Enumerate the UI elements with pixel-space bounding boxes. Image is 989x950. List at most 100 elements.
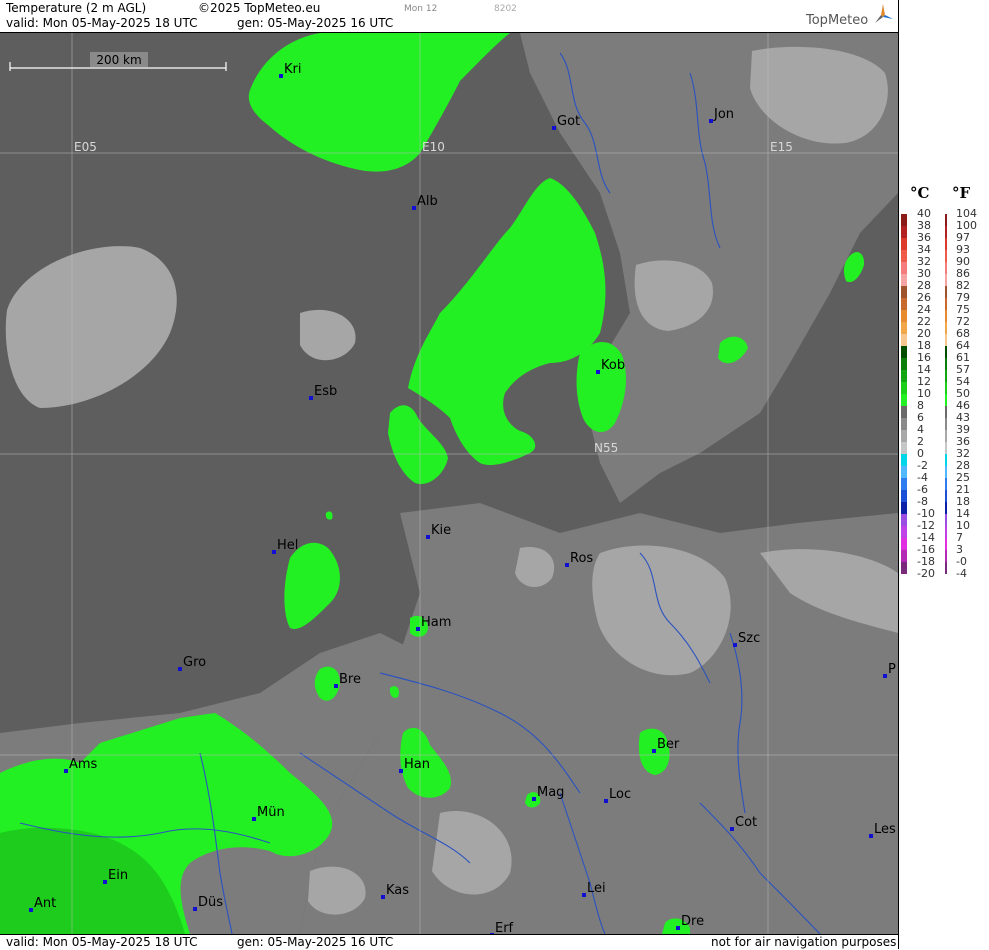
city-gro: Gro (178, 655, 206, 671)
legend-swatch-fahrenheit (945, 538, 947, 550)
product-title: Temperature (2 m AGL) (6, 1, 147, 15)
legend-swatch-celsius (901, 550, 907, 562)
city-mag: Mag (532, 785, 564, 801)
legend-swatch-fahrenheit (945, 358, 947, 370)
legend-swatch-celsius (901, 346, 907, 358)
city-label: Dre (681, 914, 704, 929)
city-marker-icon (552, 126, 556, 130)
legend-swatch-fahrenheit (945, 274, 947, 286)
generated-time: gen: 05-May-2025 16 UTC (237, 16, 394, 30)
city-kas: Kas (381, 883, 409, 899)
legend-swatch-celsius (901, 310, 907, 322)
legend-swatch-fahrenheit (945, 214, 947, 226)
city-label: Gro (183, 655, 206, 670)
city-marker-icon (733, 643, 737, 647)
city-label: Cot (735, 815, 757, 830)
legend-swatch-fahrenheit (945, 514, 947, 526)
city-esb: Esb (309, 384, 337, 400)
legend-swatch-fahrenheit (945, 466, 947, 478)
city-marker-icon (582, 893, 586, 897)
city-label: Kie (431, 523, 451, 538)
legend-swatch-fahrenheit (945, 490, 947, 502)
legend-swatch-fahrenheit (945, 370, 947, 382)
legend-swatch-fahrenheit (945, 334, 947, 346)
legend-swatch-fahrenheit (945, 382, 947, 394)
legend-unit-fahrenheit: °F (952, 184, 971, 202)
grid-label-e15: E15 (770, 140, 793, 154)
legend-swatch-celsius (901, 466, 907, 478)
legend-swatch-celsius (901, 262, 907, 274)
footer-generated-time: gen: 05-May-2025 16 UTC (237, 935, 394, 949)
city-label: Loc (609, 787, 631, 802)
city-bre: Bre (334, 672, 361, 688)
legend-swatch-fahrenheit (945, 226, 947, 238)
city-ber: Ber (652, 737, 680, 753)
legend-swatch-celsius (901, 502, 907, 514)
city-marker-icon (399, 769, 403, 773)
city-marker-icon (279, 74, 283, 78)
city-got: Got (552, 114, 580, 130)
legend-swatch-fahrenheit (945, 406, 947, 418)
city-kob: Kob (596, 358, 625, 374)
legend-swatch-celsius (901, 322, 907, 334)
city-label: Kas (386, 883, 409, 898)
city-marker-icon (412, 206, 416, 210)
brand-name: TopMeteo (806, 13, 869, 28)
city-marker-icon (730, 827, 734, 831)
city-marker-icon (596, 370, 600, 374)
legend-swatch-fahrenheit (945, 442, 947, 454)
legend-swatch-celsius (901, 406, 907, 418)
valid-time: valid: Mon 05-May-2025 18 UTC (6, 16, 198, 30)
legend-swatch-celsius (901, 226, 907, 238)
city-han: Han (399, 757, 430, 773)
scale-bar-label: 200 km (96, 53, 141, 67)
legend-unit-celsius: °C (910, 184, 930, 202)
city-marker-icon (193, 907, 197, 911)
city-ham: Ham (416, 615, 451, 631)
city-label: P (888, 662, 896, 677)
city-marker-icon (252, 817, 256, 821)
legend-swatch-celsius (901, 214, 907, 226)
legend-swatch-celsius (901, 454, 907, 466)
compass-logo-icon (875, 4, 893, 23)
city-marker-icon (883, 674, 887, 678)
copyright-text: ©2025 TopMeteo.eu (198, 1, 321, 15)
legend-swatch-celsius (901, 538, 907, 550)
legend-swatch-celsius (901, 250, 907, 262)
temperature-legend: °C °F 40 38 36 34 32 30 28 26 24 22 20 18 16 14 12 10 8 6… (898, 0, 989, 949)
legend-swatch-fahrenheit (945, 526, 947, 538)
legend-swatch-fahrenheit (945, 418, 947, 430)
city-label: Lei (587, 881, 606, 896)
city-marker-icon (676, 926, 680, 930)
legend-swatch-celsius (901, 514, 907, 526)
city-ant: Ant (29, 896, 56, 912)
city-label: Ams (69, 757, 98, 772)
legend-swatch-celsius (901, 526, 907, 538)
city-marker-icon (416, 627, 420, 631)
city-marker-icon (178, 667, 182, 671)
city-mün: Mün (252, 805, 285, 821)
legend-swatch-celsius (901, 478, 907, 490)
disclaimer-text: not for air navigation purposes (711, 935, 897, 949)
legend-swatch-fahrenheit (945, 394, 947, 406)
legend-swatch-celsius (901, 394, 907, 406)
legend-swatch-fahrenheit (945, 286, 947, 298)
legend-swatch-celsius (901, 358, 907, 370)
city-szc: Szc (733, 631, 760, 647)
city-ams: Ams (64, 757, 98, 773)
city-label: Erf (495, 921, 514, 934)
legend-swatch-fahrenheit (945, 238, 947, 250)
legend-swatch-fahrenheit (945, 454, 947, 466)
legend-swatch-fahrenheit (945, 550, 947, 562)
city-marker-icon (869, 834, 873, 838)
run-code: Mon 12 (404, 4, 438, 14)
city-marker-icon (565, 563, 569, 567)
legend-swatch-celsius (901, 418, 907, 430)
city-label: Han (404, 757, 430, 772)
legend-label-fahrenheit: -4 (956, 567, 967, 580)
city-label: Düs (198, 895, 223, 910)
legend-swatch-fahrenheit (945, 322, 947, 334)
legend-swatch-fahrenheit (945, 346, 947, 358)
legend-swatch-celsius (901, 274, 907, 286)
temperature-map[interactable]: E05 E10 E15 N55 200 km Kri Got Jon Alb Esb Ko… (0, 33, 898, 934)
